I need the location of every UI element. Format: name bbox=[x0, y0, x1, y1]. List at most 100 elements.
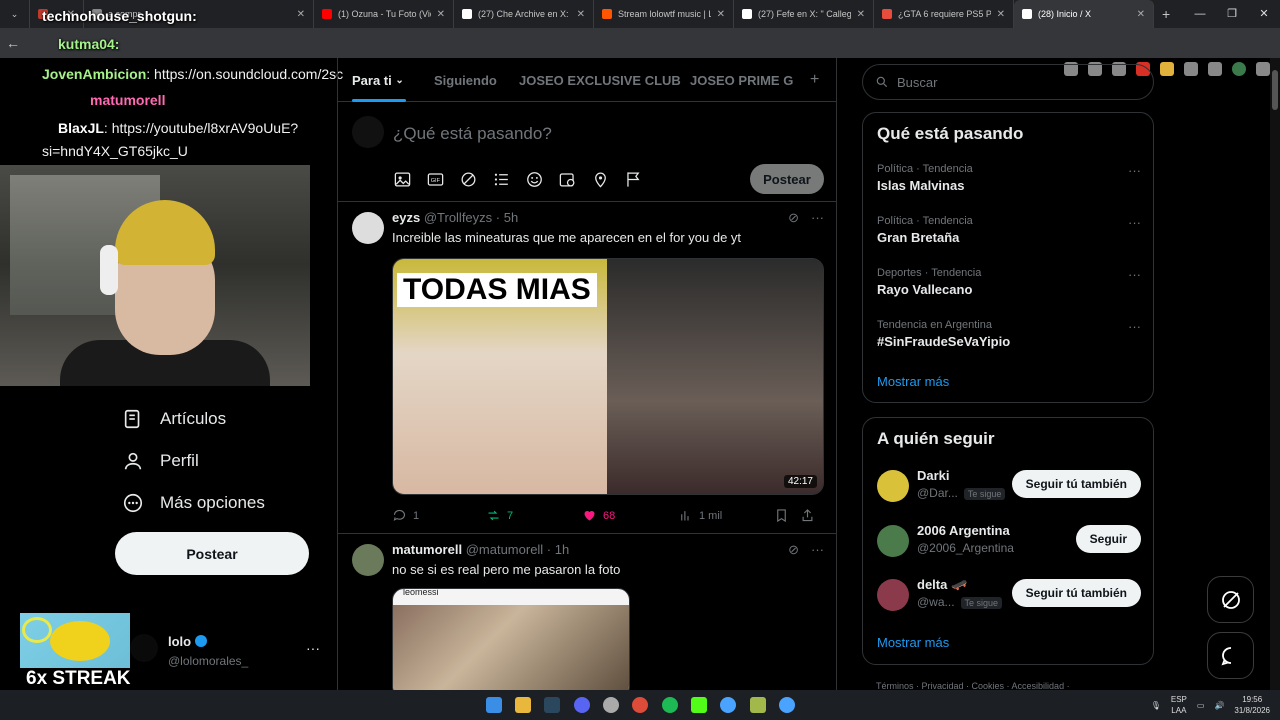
more-dots-icon[interactable]: ··· bbox=[811, 210, 824, 226]
more-dots-icon[interactable]: ··· bbox=[811, 542, 824, 558]
emoji-icon[interactable] bbox=[525, 170, 544, 189]
menu-kebab-icon[interactable] bbox=[1256, 62, 1270, 76]
windows-start-icon[interactable] bbox=[486, 697, 502, 713]
tweet[interactable]: matumorell @matumorell · 1h ⊘ ··· no se s… bbox=[338, 534, 836, 690]
retweet-button[interactable]: 7 bbox=[486, 508, 582, 523]
close-tab-icon[interactable]: ✕ bbox=[991, 9, 1005, 20]
maximize-button[interactable]: ❐ bbox=[1216, 0, 1248, 28]
grok-fab-button[interactable] bbox=[1207, 576, 1254, 623]
gif-icon[interactable]: GIF bbox=[426, 170, 445, 189]
grok-icon[interactable] bbox=[459, 170, 478, 189]
search-input[interactable]: Buscar bbox=[862, 64, 1154, 100]
follow-suggestion[interactable]: 2006 Argentina @2006_Argentina Seguir bbox=[877, 523, 1141, 563]
clock[interactable]: 19:56 31/8/2026 bbox=[1234, 694, 1270, 716]
bookmark-button[interactable] bbox=[774, 508, 800, 523]
follow-button[interactable]: Seguir bbox=[1075, 525, 1141, 553]
close-tab-icon[interactable]: ✕ bbox=[571, 9, 585, 20]
webcam-feed bbox=[0, 165, 310, 386]
trend-item[interactable]: Deportes · Tendencia Rayo Vallecano ··· bbox=[877, 267, 1141, 297]
more-dots-icon[interactable]: ··· bbox=[1128, 163, 1141, 178]
close-tab-icon[interactable]: ✕ bbox=[851, 9, 865, 20]
media-caption: leomessi bbox=[403, 588, 439, 597]
file-explorer-icon[interactable] bbox=[515, 697, 531, 713]
profile-avatar-icon[interactable] bbox=[1232, 62, 1246, 76]
schedule-icon[interactable] bbox=[558, 170, 577, 189]
avatar[interactable] bbox=[352, 212, 384, 244]
share-button[interactable] bbox=[800, 508, 820, 523]
avatar[interactable] bbox=[877, 470, 909, 502]
kick-icon[interactable] bbox=[691, 697, 707, 713]
svg-text:GIF: GIF bbox=[431, 178, 441, 184]
tab-joseo-prime[interactable]: JOSEO PRIME GR bbox=[690, 58, 794, 102]
browser-tab[interactable]: (27) Che Archive en X: " ✕ bbox=[454, 0, 594, 28]
volume-icon[interactable]: 🔊 bbox=[1214, 701, 1224, 710]
add-list-icon[interactable]: + bbox=[810, 58, 819, 102]
compose-input[interactable]: ¿Qué está pasando? bbox=[393, 124, 552, 144]
extensions-puzzle-icon[interactable] bbox=[1184, 62, 1198, 76]
browser-tab[interactable]: (28) Inicio / X ✕ bbox=[1014, 0, 1154, 28]
views-button[interactable]: 1 mil bbox=[678, 508, 774, 523]
tweet-author[interactable]: matumorell bbox=[392, 542, 462, 557]
flag-icon[interactable] bbox=[624, 170, 643, 189]
trend-name: Islas Malvinas bbox=[877, 178, 965, 193]
avatar[interactable] bbox=[352, 544, 384, 576]
network-icon[interactable]: ▭ bbox=[1197, 701, 1205, 710]
close-tab-icon[interactable]: ✕ bbox=[711, 9, 725, 20]
spotify-icon[interactable] bbox=[662, 697, 678, 713]
browser-tab[interactable]: ¿GTA 6 requiere PS5 Pro ✕ bbox=[874, 0, 1014, 28]
tab-siguiendo[interactable]: Siguiendo bbox=[434, 58, 497, 102]
tab-para-ti[interactable]: Para ti ⌄ bbox=[352, 58, 406, 102]
discord-icon[interactable] bbox=[574, 697, 590, 713]
like-button[interactable]: 68 bbox=[582, 508, 678, 523]
language-indicator[interactable]: ESP LAA bbox=[1171, 694, 1187, 716]
browser-tab[interactable]: Stream lolowtf music | Li ✕ bbox=[594, 0, 734, 28]
tweet-media[interactable]: TODAS MIAS 42:17 bbox=[392, 258, 824, 495]
browser-tab[interactable]: (27) Fefe en X: " Calleg ✕ bbox=[734, 0, 874, 28]
more-dots-icon[interactable]: ··· bbox=[1128, 267, 1141, 282]
microphone-icon[interactable]: 🎙 bbox=[1151, 701, 1161, 710]
avatar bbox=[352, 116, 384, 148]
show-more-follow-link[interactable]: Mostrar más bbox=[877, 635, 949, 650]
tweet-media[interactable]: leomessi bbox=[392, 588, 630, 690]
reply-button[interactable]: 1 bbox=[392, 508, 486, 523]
follow-back-button[interactable]: Seguir tú también bbox=[1011, 470, 1141, 498]
grok-icon[interactable]: ⊘ bbox=[788, 210, 799, 226]
poll-icon[interactable] bbox=[492, 170, 511, 189]
close-window-button[interactable]: ✕ bbox=[1248, 0, 1280, 28]
more-dots-icon[interactable]: ··· bbox=[1128, 319, 1141, 334]
more-dots-icon[interactable]: ··· bbox=[1128, 215, 1141, 230]
minimize-button[interactable]: — bbox=[1184, 0, 1216, 28]
reading-list-icon[interactable] bbox=[1208, 62, 1222, 76]
page-scrollbar[interactable] bbox=[1270, 58, 1280, 690]
new-tab-button[interactable]: + bbox=[1154, 0, 1178, 28]
location-icon[interactable] bbox=[591, 170, 610, 189]
app-icon[interactable] bbox=[750, 697, 766, 713]
follow-suggestion[interactable]: Darki @Dar... Te sigue Seguir tú también bbox=[877, 468, 1141, 508]
app-icon[interactable] bbox=[779, 697, 795, 713]
obs-icon[interactable] bbox=[603, 697, 619, 713]
app-icon[interactable] bbox=[720, 697, 736, 713]
grok-icon[interactable]: ⊘ bbox=[788, 542, 799, 558]
extension-icon[interactable] bbox=[1160, 62, 1174, 76]
chat-message: si=hndY4X_GT65jkc_U bbox=[42, 143, 188, 159]
tweet[interactable]: eyzs @Trollfeyzs · 5h ⊘ ··· Increible las… bbox=[338, 202, 836, 534]
avatar[interactable] bbox=[877, 579, 909, 611]
trend-item[interactable]: Política · Tendencia Islas Malvinas ··· bbox=[877, 163, 1141, 193]
avatar[interactable] bbox=[877, 525, 909, 557]
tweet-author[interactable]: eyzs bbox=[392, 210, 420, 225]
image-icon[interactable] bbox=[393, 170, 412, 189]
tab-joseo-exclusive-club[interactable]: JOSEO EXCLUSIVE CLUB bbox=[519, 58, 681, 102]
scrollbar-thumb[interactable] bbox=[1272, 70, 1278, 110]
show-more-trends-link[interactable]: Mostrar más bbox=[877, 374, 949, 389]
messages-fab-button[interactable] bbox=[1207, 632, 1254, 679]
trend-item[interactable]: Política · Tendencia Gran Bretaña ··· bbox=[877, 215, 1141, 245]
tab-title: (28) Inicio / X bbox=[1038, 9, 1092, 19]
follow-back-button[interactable]: Seguir tú también bbox=[1011, 579, 1141, 607]
close-tab-icon[interactable]: ✕ bbox=[431, 9, 445, 20]
trend-item[interactable]: Tendencia en Argentina #SinFraudeSeVaYipi… bbox=[877, 319, 1141, 349]
close-tab-icon[interactable]: ✕ bbox=[1131, 9, 1145, 20]
chrome-icon[interactable] bbox=[632, 697, 648, 713]
steam-icon[interactable] bbox=[544, 697, 560, 713]
compose-post-button[interactable]: Postear bbox=[750, 164, 824, 194]
follow-suggestion[interactable]: delta 🛹 @wa... Te sigue Seguir tú también bbox=[877, 577, 1141, 617]
